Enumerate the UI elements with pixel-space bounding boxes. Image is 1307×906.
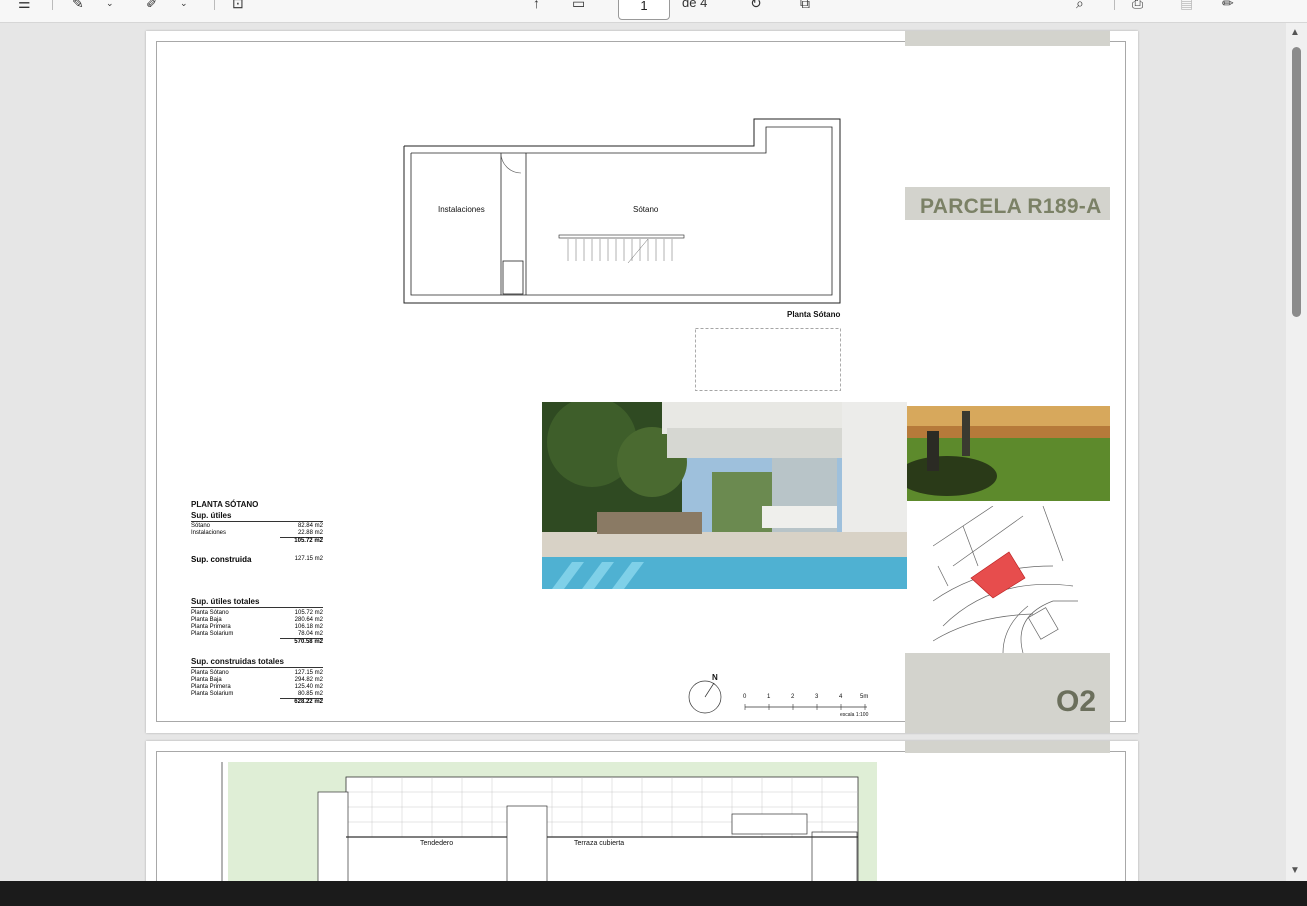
table-total: 105.72 m2 <box>294 538 323 544</box>
scale-tick-label: 4 <box>839 694 843 700</box>
rotate-icon[interactable]: ↻ <box>750 0 762 12</box>
room-label-basement: Sótano <box>633 205 659 214</box>
menu-icon[interactable]: ☰ <box>18 0 31 12</box>
title-band-top <box>905 741 1110 753</box>
table-row: Planta Solarium 78.04 m2 <box>191 631 323 637</box>
built-area-row: Sup. construida 127.15 m2 <box>191 555 323 564</box>
scale-tick-label: 2 <box>791 694 795 700</box>
draw-icon[interactable]: ✎ <box>72 0 84 12</box>
page-number-input[interactable]: 1 <box>618 0 670 20</box>
scale-tick-label: 3 <box>815 694 819 700</box>
table-total: 628.22 m2 <box>294 699 323 705</box>
table-heading: PLANTA SÓTANO <box>191 500 259 509</box>
table-row: Planta Baja 294.82 m2 <box>191 677 323 683</box>
room-label-laundry: Tendedero <box>420 840 454 847</box>
table-rule <box>191 521 323 522</box>
scroll-up-arrow-icon[interactable]: ▲ <box>1290 27 1300 38</box>
table-total: 570.58 m2 <box>294 639 323 645</box>
os-taskbar <box>0 881 1307 906</box>
built-totals-title: Sup. construidas totales <box>191 657 284 666</box>
chevron-down-icon[interactable]: ⌄ <box>180 0 188 12</box>
pdf-page-2: Tendedero Terraza cubierta <box>146 741 1138 881</box>
scale-tick-label: 5m <box>860 694 869 700</box>
scale-tick-label: 0 <box>743 694 747 700</box>
edit-icon[interactable]: ✏ <box>1222 0 1234 12</box>
parcel-title: PARCELA R189-A <box>920 195 1102 218</box>
previous-page-icon[interactable]: ↑ <box>533 0 540 12</box>
scale-tick-label: 1 <box>767 694 771 700</box>
table-row: Planta Sótano 105.72 m2 <box>191 610 323 616</box>
plan-caption: Planta Sótano <box>787 310 841 319</box>
table-row: Planta Sótano 127.15 m2 <box>191 670 323 676</box>
table-row: Planta Primera 106.18 m2 <box>191 624 323 630</box>
ground-floor-plan <box>221 762 877 881</box>
text-box-icon[interactable]: ⊡ <box>232 0 244 12</box>
page-count: de 4 <box>682 0 708 10</box>
scrollbar-thumb[interactable] <box>1292 47 1301 317</box>
vertical-scrollbar[interactable]: ▲ ▼ <box>1286 23 1307 881</box>
table-row: Planta Solarium 80.85 m2 <box>191 691 323 697</box>
table-rule <box>191 607 323 608</box>
room-label-covered-terrace: Terraza cubierta <box>574 840 625 847</box>
scale-bar <box>744 704 867 710</box>
north-label: N <box>712 673 718 682</box>
table-rule <box>191 667 323 668</box>
table-row: Planta Primera 125.40 m2 <box>191 684 323 690</box>
site-location-plan <box>933 506 1078 653</box>
title-band-top <box>905 31 1110 46</box>
useful-area-title: Sup. útiles <box>191 511 232 520</box>
golf-course-image <box>907 406 1110 501</box>
room-label-installations: Instalaciones <box>438 205 485 214</box>
two-page-icon[interactable]: ⧉ <box>800 0 810 12</box>
scroll-down-arrow-icon[interactable]: ▼ <box>1290 865 1300 876</box>
villa-pool-render-image <box>542 402 907 589</box>
table-row: Planta Baja 280.64 m2 <box>191 617 323 623</box>
document-viewer[interactable]: PARCELA R189-A Instalaciones Sótano Plan… <box>0 23 1286 881</box>
pdf-toolbar: ☰ ✎ ⌄ ✐ ⌄ ⊡ ↑ ▭ 1 de 4 ↻ ⧉ ⌕ ⎙ ▤ ✏ <box>0 0 1307 23</box>
scale-label: escala 1:100 <box>840 712 869 718</box>
dashed-placeholder-box <box>695 328 841 391</box>
save-icon[interactable]: ▤ <box>1180 0 1193 12</box>
north-arrow-icon <box>688 680 722 714</box>
toolbar-divider <box>1114 0 1115 10</box>
sheet-number: O2 <box>1056 685 1097 718</box>
highlight-icon[interactable]: ✐ <box>146 0 158 12</box>
toolbar-divider <box>52 0 53 10</box>
fit-page-icon[interactable]: ▭ <box>572 0 585 12</box>
table-row: Instalaciones 22.88 m2 <box>191 530 323 536</box>
chevron-down-icon[interactable]: ⌄ <box>106 0 114 12</box>
table-row: Sótano 82.84 m2 <box>191 523 323 529</box>
search-icon[interactable]: ⌕ <box>1076 0 1084 12</box>
toolbar-divider <box>214 0 215 10</box>
useful-totals-title: Sup. útiles totales <box>191 597 260 606</box>
print-icon[interactable]: ⎙ <box>1132 0 1143 12</box>
